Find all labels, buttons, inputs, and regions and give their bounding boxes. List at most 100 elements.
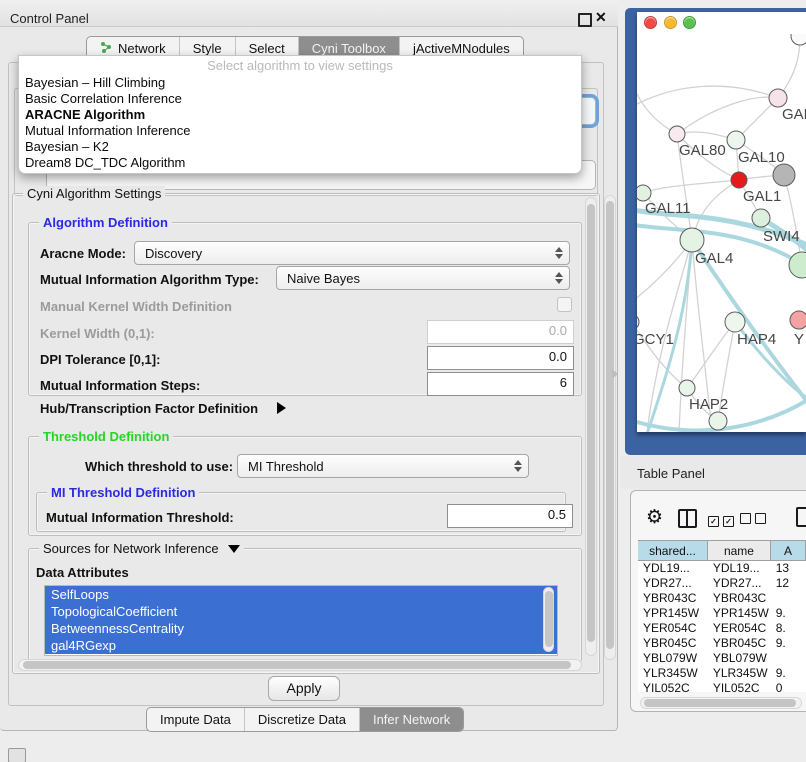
network-node-gal10[interactable] <box>727 131 745 149</box>
gear-icon[interactable]: ⚙ <box>646 506 663 528</box>
tab-impute-data[interactable]: Impute Data <box>147 708 245 731</box>
table-row[interactable]: YBL079WYBL079W <box>638 651 806 666</box>
table-row[interactable]: YBR043CYBR043C <box>638 591 806 606</box>
which-threshold-combobox[interactable]: MI Threshold <box>237 454 529 478</box>
table-horizontal-scrollbar[interactable] <box>640 697 802 709</box>
spinner-arrows-icon <box>555 247 563 259</box>
dropdown-option-bayesian-hill-climbing[interactable]: Bayesian – Hill Climbing <box>21 75 577 91</box>
column-header-name[interactable]: name <box>708 540 771 561</box>
checked-boxes-icon[interactable]: ✓✓ <box>708 511 734 529</box>
mi-steps-label: Mutual Information Steps: <box>40 378 200 393</box>
network-node-swi4[interactable] <box>752 209 770 227</box>
table-cell: YLR345W <box>708 666 771 681</box>
list-item-selfloops[interactable]: SelfLoops <box>45 586 557 603</box>
mac-zoom-icon[interactable] <box>683 16 696 29</box>
network-node-hap2[interactable] <box>679 380 695 396</box>
mi-type-combobox[interactable]: Naive Bayes <box>276 266 570 290</box>
which-threshold-value: MI Threshold <box>248 459 514 474</box>
collapse-down-icon[interactable] <box>228 545 240 553</box>
tab-infer-network[interactable]: Infer Network <box>360 708 463 731</box>
column-header-a[interactable]: A <box>771 540 806 561</box>
table-cell: YBL079W <box>638 651 708 666</box>
aracne-mode-combobox[interactable]: Discovery <box>134 241 570 265</box>
settings-horizontal-scrollbar-thumb[interactable] <box>23 661 571 669</box>
dropdown-option-mutual-information-inference[interactable]: Mutual Information Inference <box>21 123 577 139</box>
network-node[interactable] <box>791 34 806 45</box>
table-row[interactable]: YBR045CYBR045C9. <box>638 636 806 651</box>
mi-threshold-field[interactable]: 0.5 <box>447 504 573 528</box>
dropdown-option-dream8-dc-tdc-algorithm[interactable]: Dream8 DC_TDC Algorithm <box>21 155 577 171</box>
list-item-topologicalcoefficient[interactable]: TopologicalCoefficient <box>45 603 557 620</box>
tab-label: Infer Network <box>373 712 450 727</box>
network-node-gal80[interactable] <box>669 126 685 142</box>
expand-right-icon[interactable] <box>277 401 286 419</box>
manual-kernel-checkbox[interactable] <box>557 297 572 312</box>
table-row[interactable]: YDL19...YDL19...13 <box>638 561 806 576</box>
panel-vertical-scrollbar[interactable] <box>604 195 616 660</box>
table-row[interactable]: YPR145WYPR145W9. <box>638 606 806 621</box>
table-horizontal-scrollbar-thumb[interactable] <box>644 699 796 707</box>
sources-title: Sources for Network Inference <box>39 541 244 556</box>
table-cell: 0 <box>771 681 806 692</box>
kernel-width-field[interactable]: 0.0 <box>427 320 574 344</box>
settings-vertical-scrollbar[interactable] <box>585 197 597 656</box>
network-node-gal[interactable] <box>769 89 787 107</box>
network-node[interactable] <box>773 164 795 186</box>
tab-discretize-data[interactable]: Discretize Data <box>245 708 360 731</box>
table-cell: 9. <box>771 666 806 681</box>
node-label-gal: GAL <box>782 106 806 123</box>
tab-label: jActiveMNodules <box>413 41 510 56</box>
mac-close-icon[interactable] <box>644 16 657 29</box>
network-node-gal1[interactable] <box>731 172 747 188</box>
table-row[interactable]: YDR27...YDR27...12 <box>638 576 806 591</box>
table-cell: YIL052C <box>708 681 771 692</box>
table-cell: YDR27... <box>638 576 708 591</box>
mi-steps-field[interactable]: 6 <box>427 372 574 396</box>
list-vertical-scrollbar-thumb[interactable] <box>545 591 553 647</box>
control-panel-titlebar[interactable] <box>0 0 618 27</box>
settings-vertical-scrollbar-thumb[interactable] <box>587 204 595 642</box>
network-node-y[interactable] <box>790 311 806 329</box>
network-node-gal4[interactable] <box>680 228 704 252</box>
network-canvas[interactable]: GALGAL80GAL10GAL1GAL11SWI4GAL4GCY1HAP4YH… <box>637 34 806 432</box>
table-cell: YBR045C <box>708 636 771 651</box>
document-icon[interactable] <box>796 507 806 527</box>
splitter-arrow-icon[interactable] <box>612 369 618 379</box>
column-header-shared-[interactable]: shared... <box>638 540 708 561</box>
dpi-tolerance-field[interactable]: 0.0 <box>427 346 574 370</box>
unchecked-boxes-icon[interactable] <box>740 511 766 529</box>
panel-vertical-scrollbar-thumb[interactable] <box>606 201 614 649</box>
tab-label: Discretize Data <box>258 712 346 727</box>
mac-minimize-icon[interactable] <box>664 16 677 29</box>
split-pane-icon[interactable] <box>678 509 697 528</box>
dropdown-option-basic-correlation-inference[interactable]: Basic Correlation Inference <box>21 91 577 107</box>
list-item-betweennesscentrality[interactable]: BetweennessCentrality <box>45 620 557 637</box>
table-row[interactable]: YIL052CYIL052C0 <box>638 681 806 692</box>
close-icon[interactable]: ✕ <box>595 9 607 26</box>
float-window-icon[interactable] <box>578 13 592 27</box>
table-cell: YDL19... <box>708 561 771 576</box>
table-cell: YER054C <box>638 621 708 636</box>
table-row[interactable]: YLR345WYLR345W9. <box>638 666 806 681</box>
dropdown-option-aracne-algorithm[interactable]: ARACNE Algorithm <box>21 107 577 123</box>
algorithm-dropdown-placeholder: Select algorithm to view settings <box>19 58 581 73</box>
algorithm-dropdown-popup: Select algorithm to view settings Bayesi… <box>18 55 582 174</box>
network-node[interactable] <box>709 412 727 430</box>
data-attributes-listbox[interactable]: SelfLoopsTopologicalCoefficientBetweenne… <box>44 585 558 656</box>
network-node-hap4[interactable] <box>725 312 745 332</box>
network-node-gal11[interactable] <box>637 185 651 201</box>
settings-horizontal-scrollbar[interactable] <box>18 659 582 671</box>
table-row[interactable]: YER054CYER054C8. <box>638 621 806 636</box>
dropdown-option-bayesian-k2[interactable]: Bayesian – K2 <box>21 139 577 155</box>
collapsed-panel-icon[interactable] <box>8 748 26 762</box>
node-table[interactable]: shared...nameA YDL19...YDL19...13YDR27..… <box>638 540 806 692</box>
table-cell: YIL052C <box>638 681 708 692</box>
screen: Control Panel ✕ NetworkStyleSelectCyni T… <box>0 0 806 762</box>
node-label-gcy1: GCY1 <box>637 331 674 348</box>
list-item-gal4rgexp[interactable]: gal4RGexp <box>45 637 557 654</box>
table-cell: YDR27... <box>708 576 771 591</box>
apply-button[interactable]: Apply <box>268 676 340 701</box>
list-vertical-scrollbar[interactable] <box>543 587 554 652</box>
table-body: YDL19...YDL19...13YDR27...YDR27...12YBR0… <box>638 561 806 692</box>
network-node-gcy1[interactable] <box>637 314 639 330</box>
